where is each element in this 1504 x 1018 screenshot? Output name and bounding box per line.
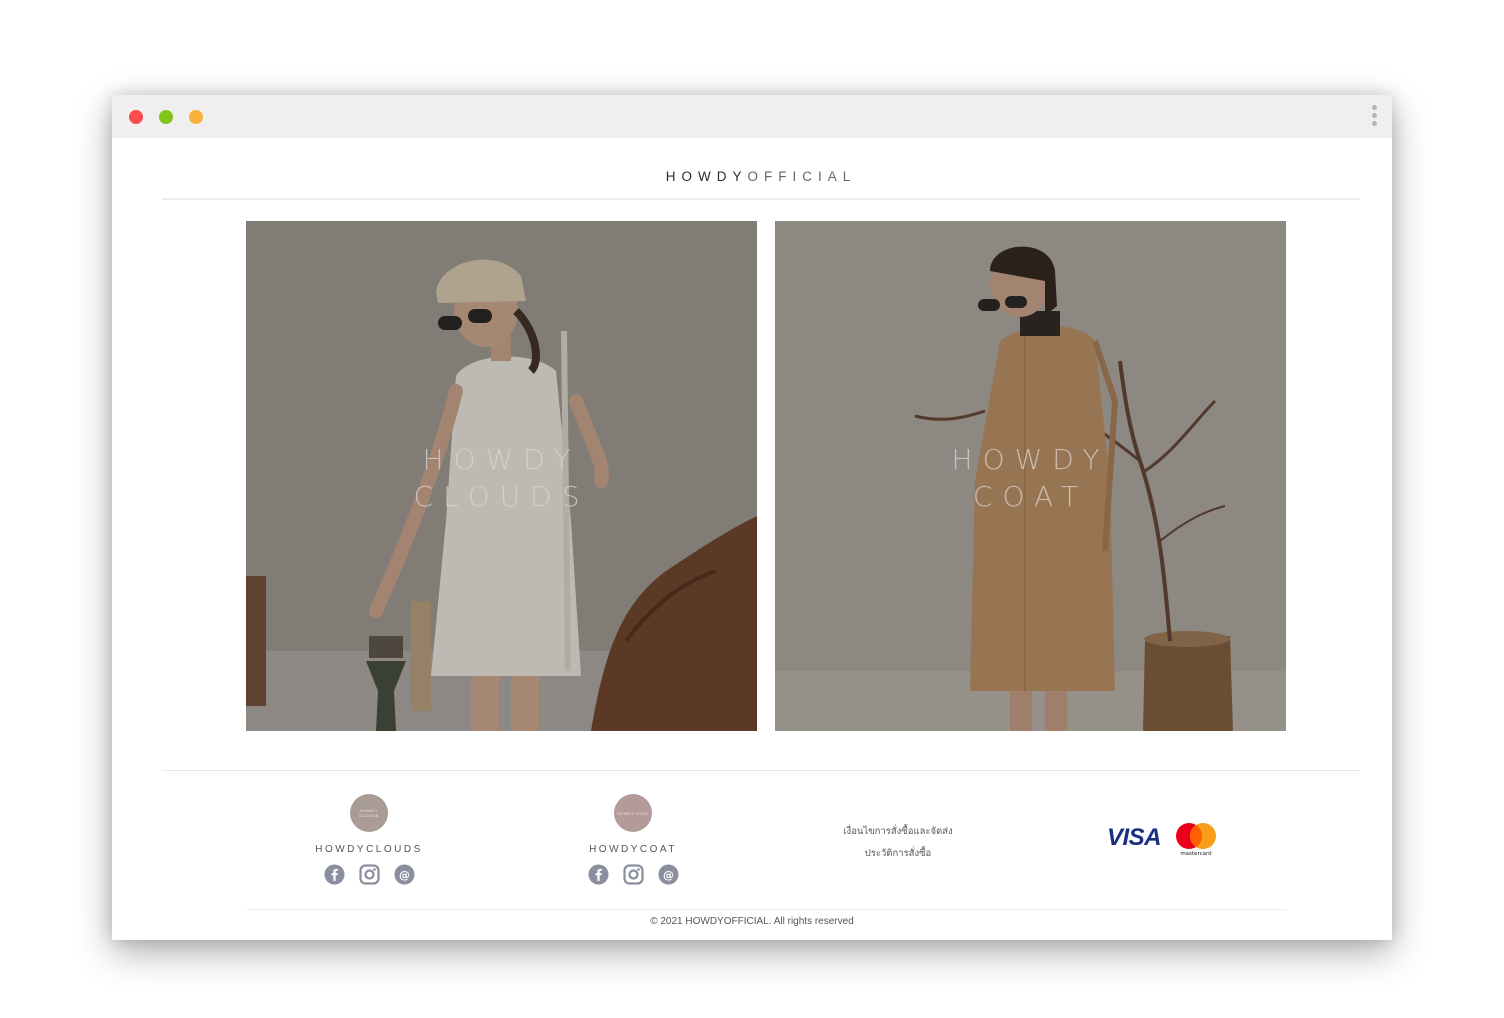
copyright-text: © 2021 HOWDYOFFICIAL. All rights reserve… xyxy=(650,916,854,927)
howdycoat-logo[interactable]: HOWDY COAT xyxy=(614,794,652,832)
footer-links: เงื่อนไขการสั่งซื้อและจัดส่ง ประวัติการส… xyxy=(798,821,998,865)
brand-name-part1: HOWDY xyxy=(665,169,748,184)
minimize-window-button[interactable] xyxy=(159,110,173,124)
svg-text:@: @ xyxy=(399,869,410,882)
close-window-button[interactable] xyxy=(129,110,143,124)
site-header: HOWDYOFFICIAL xyxy=(162,138,1360,200)
collection-title: HOWDY COAT xyxy=(775,441,1286,515)
social-links: @ xyxy=(269,864,469,885)
logo-text: HOWDY COAT xyxy=(616,810,650,816)
footer-divider xyxy=(162,770,1360,771)
instagram-icon[interactable] xyxy=(622,864,644,885)
kebab-menu-icon[interactable] xyxy=(1370,105,1378,129)
social-links: @ xyxy=(533,864,733,885)
collection-title-line2: COAT xyxy=(972,480,1089,513)
line-at-icon[interactable]: @ xyxy=(394,864,415,885)
instagram-icon[interactable] xyxy=(358,864,380,885)
howdyclouds-logo[interactable]: HOWDY CLOUDS xyxy=(350,794,388,832)
collection-card-howdy-coat[interactable]: HOWDY COAT xyxy=(775,221,1286,731)
order-history-link[interactable]: ประวัติการสั่งซื้อ xyxy=(798,843,998,865)
collection-title: HOWDY CLOUDS xyxy=(246,441,757,515)
footer-brand-howdyclouds: HOWDY CLOUDS HOWDYCLOUDS @ xyxy=(269,794,469,885)
browser-titlebar xyxy=(112,95,1392,138)
collection-title-line1: HOWDY xyxy=(422,443,581,476)
site-logo[interactable]: HOWDYOFFICIAL xyxy=(162,169,1360,185)
visa-logo: VISA xyxy=(1107,824,1162,851)
maximize-window-button[interactable] xyxy=(189,110,203,124)
terms-link[interactable]: เงื่อนไขการสั่งซื้อและจัดส่ง xyxy=(798,821,998,843)
footer-brand-name: HOWDYCOAT xyxy=(589,844,677,855)
facebook-icon[interactable] xyxy=(324,864,345,885)
copyright-divider xyxy=(246,909,1286,910)
collection-title-line2: CLOUDS xyxy=(413,480,590,513)
payment-methods: VISA mastercard xyxy=(1107,821,1227,861)
logo-text: HOWDY CLOUDS xyxy=(359,808,379,818)
brand-name-part2: OFFICIAL xyxy=(747,169,857,184)
facebook-icon[interactable] xyxy=(588,864,609,885)
browser-window: HOWDYOFFICIAL HOWDY CLOUDS HOWDY COAT HO… xyxy=(112,95,1392,940)
page-content: HOWDYOFFICIAL HOWDY CLOUDS HOWDY COAT HO… xyxy=(112,138,1392,940)
mastercard-logo: mastercard xyxy=(1176,823,1216,857)
mastercard-wordmark: mastercard xyxy=(1180,851,1211,857)
footer-brand-name: HOWDYCLOUDS xyxy=(315,844,423,855)
footer-brand-howdycoat: HOWDY COAT HOWDYCOAT @ xyxy=(533,794,733,885)
collection-card-howdy-clouds[interactable]: HOWDY CLOUDS xyxy=(246,221,757,731)
line-at-icon[interactable]: @ xyxy=(658,864,679,885)
svg-text:@: @ xyxy=(663,869,674,882)
collection-title-line1: HOWDY xyxy=(951,443,1110,476)
